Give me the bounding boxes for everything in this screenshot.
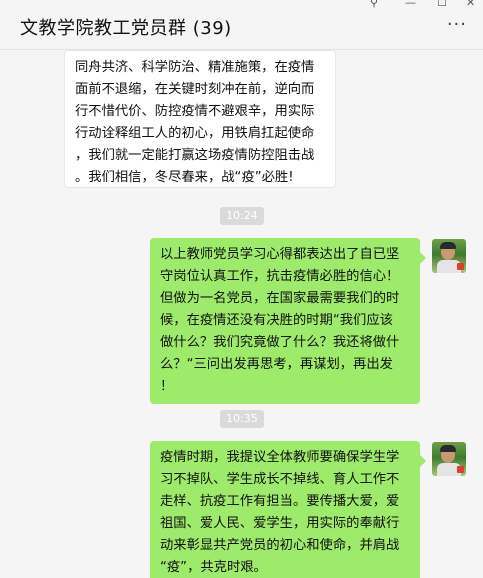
message-line: 行动诠释组工人的初心，用铁肩扛起使命 <box>75 126 315 141</box>
message-line: 么？“三问出发再思考，再谋划，再出发 <box>160 357 393 372</box>
pin-icon[interactable]: ⚲ <box>370 0 378 9</box>
chat-area[interactable]: 同舟共济、科学防治、精准施策，在疫情 面前不退缩，在关键时刻冲在前，逆向而 行不… <box>0 50 483 578</box>
user-avatar[interactable] <box>432 239 466 273</box>
avatar-hair <box>440 445 456 452</box>
message-bubble-outgoing[interactable]: 以上教师党员学习心得都表达出了自已坚 守岗位认真工作，抗击疫情必胜的信心！ 但做… <box>150 238 426 404</box>
maximize-icon[interactable]: ☐ <box>437 0 447 9</box>
message-line: 以上教师党员学习心得都表达出了自已坚 <box>160 247 400 262</box>
chat-title: 文教学院教工党员群 (39) <box>20 18 232 39</box>
message-line: 疫情时期，我提议全体教师要确保学生学 <box>160 450 400 465</box>
message-line: 面前不退缩，在关键时刻冲在前，逆向而 <box>75 82 315 97</box>
avatar-badge <box>457 263 464 270</box>
message-bubble-incoming[interactable]: 同舟共济、科学防治、精准施策，在疫情 面前不退缩，在关键时刻冲在前，逆向而 行不… <box>64 50 336 188</box>
message-line: 习不掉队、学生成长不掉线、育人工作不 <box>160 472 400 487</box>
message-line: 。我们相信，冬尽春来，战“疫”必胜! <box>75 170 294 185</box>
user-avatar[interactable] <box>432 442 466 476</box>
close-icon[interactable]: ✕ <box>466 0 475 9</box>
message-line: 做什么？我们究竟做了什么？我还将做什 <box>160 335 400 350</box>
message-line: 守岗位认真工作，抗击疫情必胜的信心！ <box>160 269 400 284</box>
avatar-hair <box>440 242 456 249</box>
chat-header: 文教学院教工党员群 (39) ⚲ — ☐ ✕ ··· <box>0 0 483 50</box>
message-line: 行不惜代价、防控疫情不避艰辛，用实际 <box>75 104 315 119</box>
minimize-icon[interactable]: — <box>405 0 416 9</box>
message-line: 动来彰显共产党员的初心和使命，并肩战 <box>160 538 400 553</box>
more-icon[interactable]: ··· <box>447 16 467 34</box>
timestamp-badge: 10:24 <box>220 207 264 225</box>
message-line: 走样、抗疫工作有担当。要传播大爱，爱 <box>160 494 400 509</box>
message-line: 同舟共济、科学防治、精准施策，在疫情 <box>75 60 315 75</box>
message-bubble-outgoing[interactable]: 疫情时期，我提议全体教师要确保学生学 习不掉队、学生成长不掉线、育人工作不 走样… <box>150 441 426 578</box>
message-line: ，我们就一定能打赢这场疫情防控阻击战 <box>75 148 315 163</box>
message-line: 祖国、爱人民、爱学生，用实际的奉献行 <box>160 516 400 531</box>
avatar-badge <box>457 466 464 473</box>
message-line: ！ <box>160 379 174 394</box>
message-line: 但做为一名党员，在国家最需要我们的时 <box>160 291 400 306</box>
timestamp-badge: 10:35 <box>220 410 264 428</box>
message-line: 候，在疫情还没有决胜的时期“我们应该 <box>160 313 393 328</box>
message-line: “疫”，共克时艰。 <box>160 560 267 575</box>
